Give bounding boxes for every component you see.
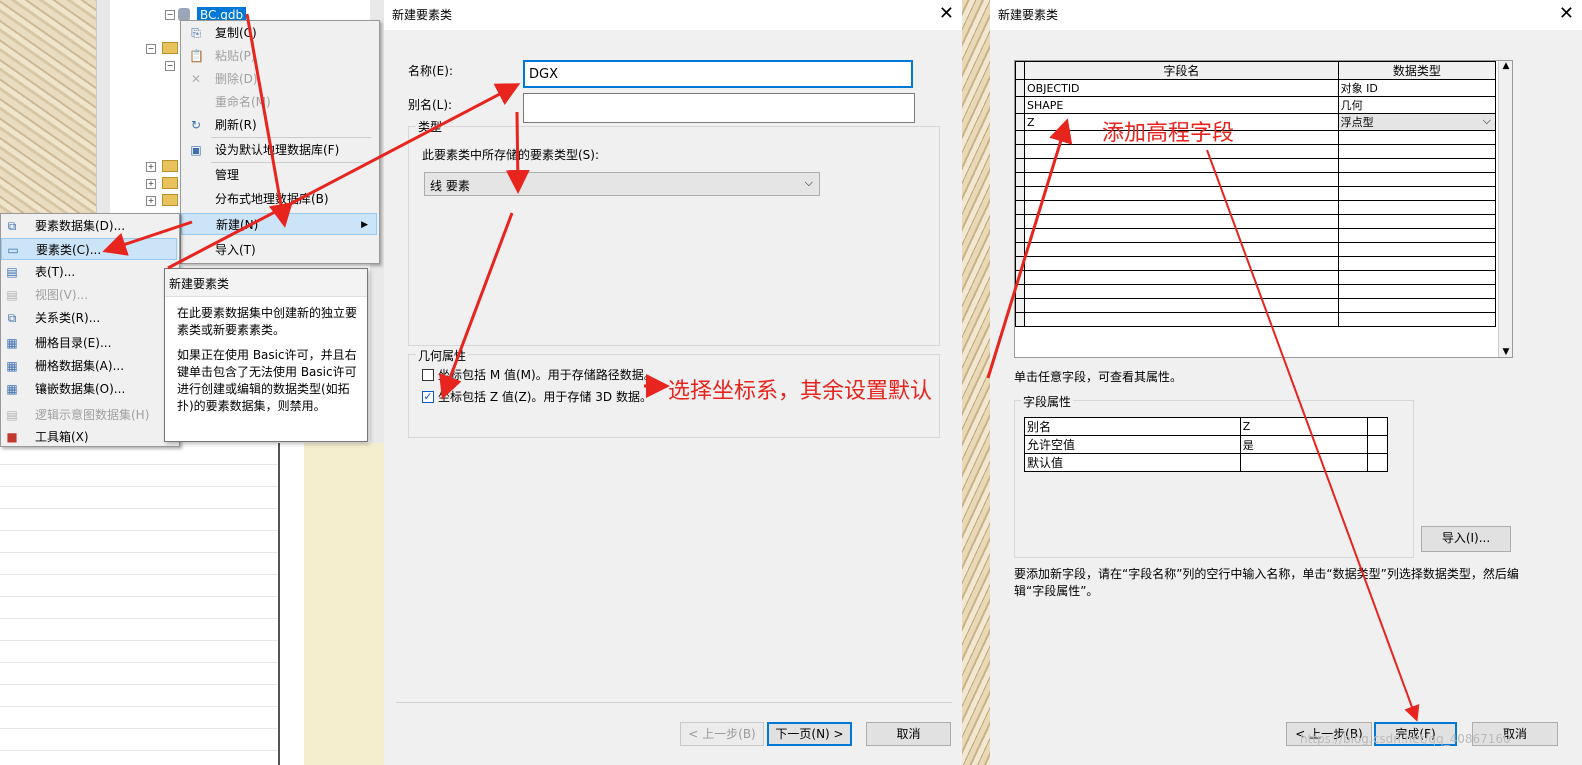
arrow-line [245,13,293,228]
arrow-line [167,83,521,270]
arrow-line [505,111,530,194]
arrow-line [102,220,193,256]
arrow-line [986,118,1073,379]
annotation-arrows [102,13,1420,722]
arrow-line [439,212,514,400]
arrow-line [1206,149,1420,722]
